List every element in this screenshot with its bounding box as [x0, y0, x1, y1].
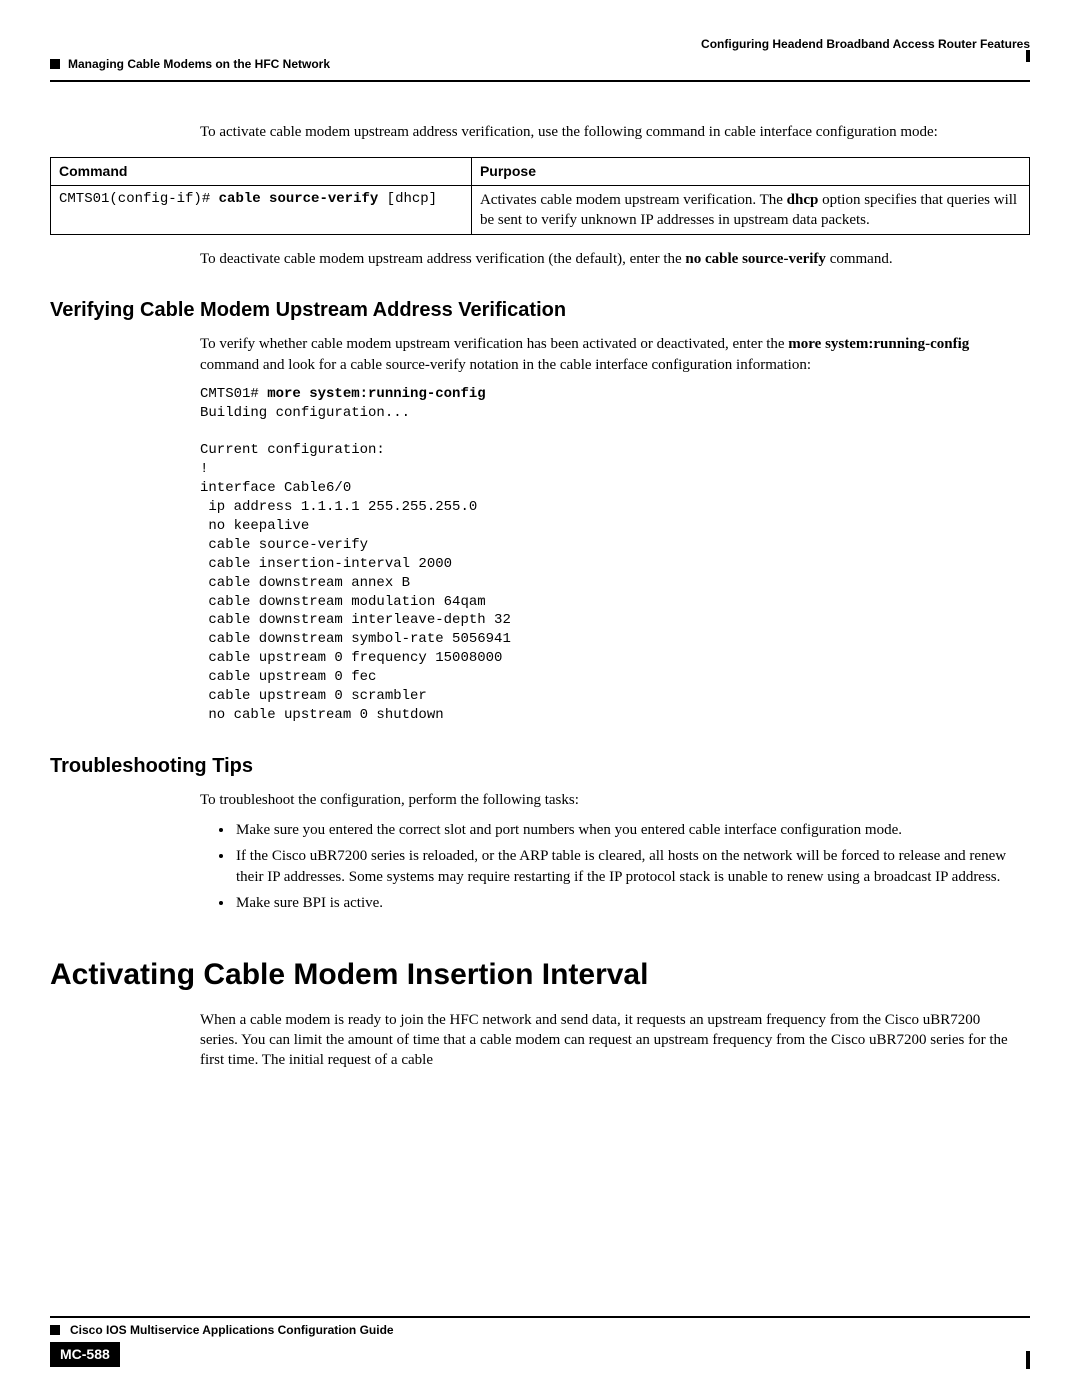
code-prompt: CMTS01# — [200, 386, 267, 402]
troubleshoot-intro: To troubleshoot the configuration, perfo… — [200, 790, 1020, 810]
th-command: Command — [51, 157, 472, 185]
intro2-a: To deactivate cable modem upstream addre… — [200, 251, 685, 267]
list-item: If the Cisco uBR7200 series is reloaded,… — [234, 846, 1020, 887]
purpose-text-b: dhcp — [787, 192, 819, 208]
intro-paragraph-1: To activate cable modem upstream address… — [200, 122, 1020, 142]
page-footer: Cisco IOS Multiservice Applications Conf… — [50, 1316, 1030, 1367]
content-block: To deactivate cable modem upstream addre… — [200, 249, 1020, 1070]
cmd-prompt: CMTS01(config-if)# — [59, 191, 219, 207]
code-body: Building configuration... Current config… — [200, 405, 511, 723]
footer-bullet-icon — [50, 1325, 60, 1335]
running-header-left-row: Managing Cable Modems on the HFC Network — [50, 56, 1030, 72]
td-command: CMTS01(config-if)# cable source-verify [… — [51, 185, 472, 235]
td-purpose: Activates cable modem upstream verificat… — [471, 185, 1029, 235]
code-command: more system:running-config — [267, 386, 485, 402]
footer-title: Cisco IOS Multiservice Applications Conf… — [70, 1322, 394, 1338]
intro2-b: no cable source-verify — [685, 251, 826, 267]
list-item: Make sure BPI is active. — [234, 893, 1020, 913]
footer-row: Cisco IOS Multiservice Applications Conf… — [50, 1322, 1030, 1338]
intro2-c: command. — [826, 251, 893, 267]
crop-mark-top-right — [1026, 50, 1030, 62]
purpose-text-a: Activates cable modem upstream verificat… — [480, 192, 787, 208]
th-purpose: Purpose — [471, 157, 1029, 185]
verify-paragraph: To verify whether cable modem upstream v… — [200, 334, 1020, 375]
heading-troubleshooting: Troubleshooting Tips — [50, 753, 1020, 780]
list-item: Make sure you entered the correct slot a… — [234, 820, 1020, 840]
command-table: Command Purpose CMTS01(config-if)# cable… — [50, 157, 1030, 235]
content-block: To activate cable modem upstream address… — [200, 122, 1020, 142]
running-header-left: Managing Cable Modems on the HFC Network — [68, 56, 330, 72]
verify-a: To verify whether cable modem upstream v… — [200, 336, 788, 352]
activating-paragraph: When a cable modem is ready to join the … — [200, 1010, 1020, 1071]
verify-b: more system:running-config — [788, 336, 969, 352]
troubleshoot-list: Make sure you entered the correct slot a… — [234, 820, 1020, 913]
table-row: CMTS01(config-if)# cable source-verify [… — [51, 185, 1030, 235]
verify-c: command and look for a cable source-veri… — [200, 357, 811, 373]
intro-paragraph-2: To deactivate cable modem upstream addre… — [200, 249, 1020, 269]
header-rule — [50, 80, 1030, 82]
header-bullet-icon — [50, 59, 60, 69]
cmd-arg: [dhcp] — [387, 191, 437, 207]
running-header-right: Configuring Headend Broadband Access Rou… — [50, 36, 1030, 52]
crop-mark-bottom-right — [1026, 1351, 1030, 1369]
heading-activating: Activating Cable Modem Insertion Interva… — [50, 955, 1020, 996]
heading-verify: Verifying Cable Modem Upstream Address V… — [50, 297, 1020, 324]
cmd-name: cable source-verify — [219, 191, 387, 207]
code-block: CMTS01# more system:running-config Build… — [200, 385, 1020, 725]
page-number: MC-588 — [50, 1342, 120, 1367]
footer-rule — [50, 1316, 1030, 1318]
